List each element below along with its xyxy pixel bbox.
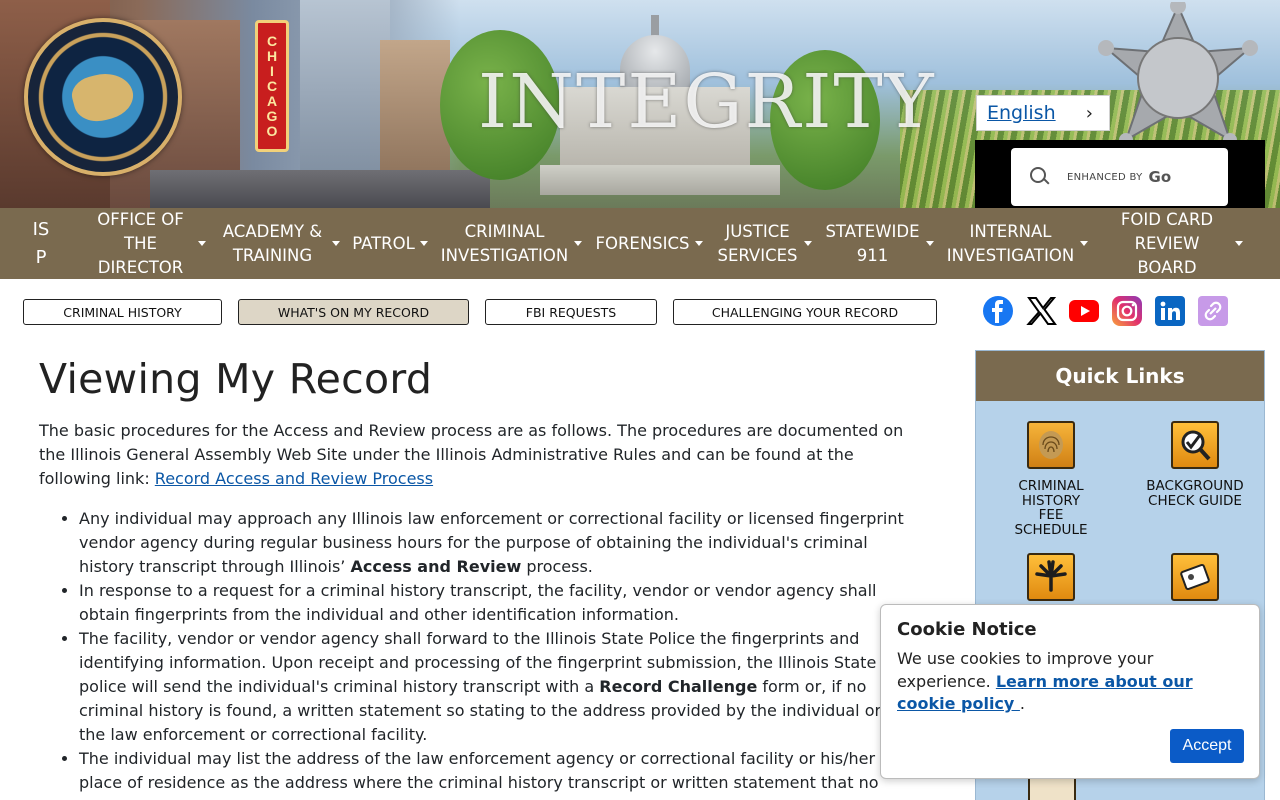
caret-down-icon — [804, 241, 812, 246]
x-icon[interactable] — [1025, 295, 1057, 327]
tab-challenging-your-record[interactable]: CHALLENGING YOUR RECORD — [673, 299, 937, 325]
nav-item-isp[interactable]: IS P — [24, 208, 58, 279]
caret-down-icon — [925, 241, 934, 246]
facebook-icon[interactable] — [982, 295, 1014, 327]
banner-word: INTEGRITY — [478, 59, 936, 145]
list-item: Any individual may approach any Illinois… — [79, 507, 909, 579]
isp-seal-logo[interactable] — [24, 18, 182, 176]
nav-item-internal-investigation[interactable]: INTERNAL INVESTIGATION — [946, 208, 1088, 279]
nav-item-foid-card-review-board[interactable]: FOID CARD REVIEW BOARD — [1112, 208, 1244, 279]
header-banner: CHICAGO INTEGRITY English › ENHANCED BY … — [0, 0, 1280, 208]
cookie-notice: Cookie Notice We use cookies to improve … — [880, 604, 1260, 779]
caret-down-icon — [1235, 241, 1243, 246]
record-access-review-link[interactable]: Record Access and Review Process — [155, 469, 433, 488]
caret-down-icon — [197, 241, 206, 246]
search-panel: ENHANCED BY Go — [975, 140, 1265, 208]
quick-link-label: CRIMINAL HISTORY FEE SCHEDULE — [1014, 478, 1088, 538]
linkedin-icon[interactable] — [1154, 295, 1186, 327]
page-title: Viewing My Record — [39, 355, 433, 403]
intro-paragraph: The basic procedures for the Access and … — [39, 421, 904, 488]
caret-down-icon — [419, 241, 428, 246]
cookie-title: Cookie Notice — [897, 619, 1037, 640]
tab-fbi-requests[interactable]: FBI REQUESTS — [485, 299, 657, 325]
magnifier-check-icon — [1171, 421, 1219, 469]
list-item: The individual may list the address of t… — [79, 747, 889, 795]
nav-item-office-of-the-director[interactable]: OFFICE OF THE DIRECTOR — [82, 208, 212, 279]
cookie-text: We use cookies to improve your experienc… — [897, 649, 1193, 713]
caret-down-icon — [694, 241, 703, 246]
caret-down-icon — [332, 241, 340, 246]
nav-item-forensics[interactable]: FORENSICS — [594, 208, 704, 279]
tab-criminal-history[interactable]: CRIMINAL HISTORY — [23, 299, 222, 325]
youtube-icon[interactable] — [1068, 295, 1100, 327]
quick-links-title: Quick Links — [976, 351, 1264, 401]
caret-down-icon — [1079, 241, 1088, 246]
language-link[interactable]: English — [987, 102, 1056, 124]
search-icon[interactable] — [1030, 167, 1050, 187]
quick-link-background-check-guide[interactable]: BACKGROUND CHECK GUIDE — [1130, 421, 1260, 508]
nav-item-academy-training[interactable]: ACADEMY & TRAINING — [218, 208, 340, 279]
quick-link-fee-schedule[interactable]: CRIMINAL HISTORY FEE SCHEDULE — [986, 421, 1116, 537]
procedure-list: Any individual may approach any Illinois… — [79, 507, 909, 795]
nav-item-justice-services[interactable]: JUSTICE SERVICES — [716, 208, 812, 279]
language-selector[interactable]: English › — [976, 95, 1110, 131]
chevron-right-icon: › — [1085, 103, 1093, 124]
main-nav: IS P OFFICE OF THE DIRECTOR ACADEMY & TR… — [0, 208, 1280, 279]
quick-link-partial-icon[interactable] — [1028, 777, 1076, 800]
id-card-icon — [1171, 553, 1219, 601]
chicago-sign: CHICAGO — [255, 20, 289, 152]
quick-link-id-card[interactable] — [1130, 553, 1260, 611]
tab-whats-on-my-record[interactable]: WHAT'S ON MY RECORD — [238, 299, 469, 325]
caret-down-icon — [573, 241, 582, 246]
instagram-icon[interactable] — [1111, 295, 1143, 327]
link-icon[interactable] — [1197, 295, 1229, 327]
search-input[interactable]: ENHANCED BY Go — [1011, 148, 1228, 206]
nav-item-statewide-911[interactable]: STATEWIDE 911 — [824, 208, 934, 279]
quick-link-cannabis[interactable] — [986, 553, 1116, 611]
nav-item-patrol[interactable]: PATROL — [350, 208, 430, 279]
list-item: The facility, vendor or vendor agency sh… — [79, 627, 889, 747]
trooper-badge-icon — [1090, 0, 1266, 152]
search-go-logo: Go — [1148, 168, 1172, 186]
cannabis-leaf-icon — [1027, 553, 1075, 601]
nav-item-criminal-investigation[interactable]: CRIMINAL INVESTIGATION — [440, 208, 582, 279]
search-brand-label: ENHANCED BY — [1067, 171, 1143, 183]
list-item: In response to a request for a criminal … — [79, 579, 909, 627]
quick-link-label: BACKGROUND CHECK GUIDE — [1146, 478, 1244, 509]
fingerprint-icon — [1027, 421, 1075, 469]
accept-button[interactable]: Accept — [1170, 729, 1244, 763]
